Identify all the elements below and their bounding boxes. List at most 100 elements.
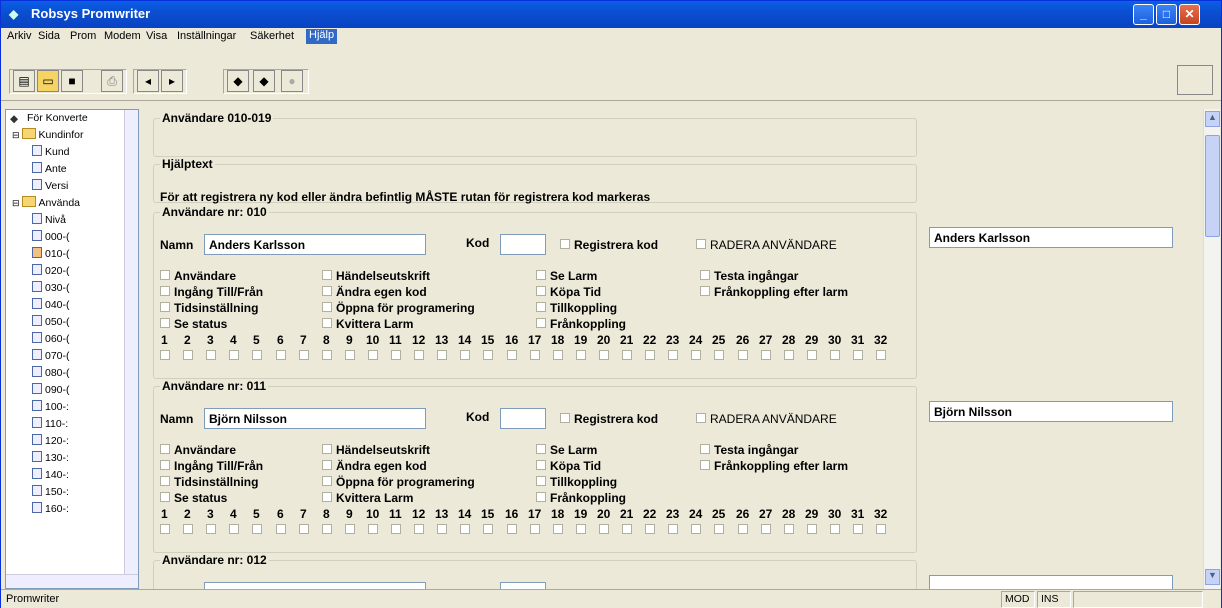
tree-item-kundinfo[interactable]: ⊟ Kundinfor [12,127,84,144]
menu-visa[interactable]: Visa [146,30,167,42]
scrollbar-thumb[interactable] [1205,135,1220,237]
code-input[interactable] [500,408,546,429]
next-icon[interactable]: ▸ [161,70,183,92]
area-checkbox[interactable] [345,350,355,360]
tree-item-anvanda[interactable]: ⊟ Använda [12,195,80,212]
tree-item-niva[interactable]: Nivå [32,212,66,229]
perm-kopa-tid[interactable]: Köpa Tid [536,285,601,299]
perm-oppna[interactable]: Öppna för programering [322,301,475,315]
area-checkbox[interactable] [483,350,493,360]
area-checkbox[interactable] [299,524,309,534]
tree-item-140[interactable]: 140-: [32,467,69,484]
name-input[interactable] [204,582,426,589]
menu-hjalp[interactable]: Hjälp [306,29,338,44]
area-checkbox[interactable] [299,350,309,360]
area-checkbox[interactable] [437,350,447,360]
area-checkbox[interactable] [252,524,262,534]
perm-frankoppling[interactable]: Frånkoppling [536,317,626,331]
code-input[interactable] [500,234,546,255]
area-checkbox[interactable] [553,350,563,360]
tree-item-160[interactable]: 160-: [32,501,69,518]
tree-item-root[interactable]: ◆ För Konverte [10,110,88,127]
print-icon[interactable]: ⎙ [101,70,123,92]
area-checkbox[interactable] [738,350,748,360]
tree-item-070[interactable]: 070-( [32,348,70,365]
area-checkbox[interactable] [530,524,540,534]
new-icon[interactable]: ▤ [13,70,35,92]
perm-handelseutskrift[interactable]: Händelseutskrift [322,443,430,457]
perm-testa-ingangar[interactable]: Testa ingångar [700,269,798,283]
area-checkbox[interactable] [807,350,817,360]
scroll-down-icon[interactable]: ▼ [1205,569,1220,585]
area-checkbox[interactable] [691,524,701,534]
perm-se-status[interactable]: Se status [160,491,227,505]
area-checkbox[interactable] [853,350,863,360]
area-checkbox[interactable] [322,524,332,534]
area-checkbox[interactable] [507,524,517,534]
area-checkbox[interactable] [507,350,517,360]
area-checkbox[interactable] [738,524,748,534]
tree-item-kund[interactable]: Kund [32,144,70,161]
register-code-checkbox[interactable]: Registrera kod [560,412,658,426]
collapse-icon[interactable]: ⊟ [12,198,20,208]
area-checkbox[interactable] [160,350,170,360]
area-checkbox[interactable] [460,350,470,360]
area-checkbox[interactable] [368,524,378,534]
area-checkbox[interactable] [391,524,401,534]
open-folder-icon[interactable]: ▭ [37,70,59,92]
area-checkbox[interactable] [784,350,794,360]
write-chip-icon[interactable]: ◆ [253,70,275,92]
perm-tillkoppling[interactable]: Tillkoppling [536,475,617,489]
area-checkbox[interactable] [576,524,586,534]
area-checkbox[interactable] [276,524,286,534]
perm-se-larm[interactable]: Se Larm [536,269,597,283]
area-checkbox[interactable] [668,524,678,534]
area-checkbox[interactable] [714,524,724,534]
name-side-input[interactable] [929,575,1173,589]
area-checkbox[interactable] [483,524,493,534]
perm-kvittera-larm[interactable]: Kvittera Larm [322,317,413,331]
stop-icon[interactable]: ● [281,70,303,92]
area-checkbox[interactable] [252,350,262,360]
perm-ingang[interactable]: Ingång Till/Från [160,459,263,473]
perm-kvittera-larm[interactable]: Kvittera Larm [322,491,413,505]
minimize-button[interactable]: _ [1133,4,1154,25]
area-checkbox[interactable] [414,350,424,360]
area-checkbox[interactable] [206,350,216,360]
area-checkbox[interactable] [437,524,447,534]
name-side-input[interactable]: Anders Karlsson [929,227,1173,248]
previous-icon[interactable]: ◂ [137,70,159,92]
tree-vertical-scrollbar[interactable] [124,110,138,588]
tree-item-050[interactable]: 050-( [32,314,70,331]
scroll-up-icon[interactable]: ▲ [1205,111,1220,127]
tree-item-130[interactable]: 130-: [32,450,69,467]
tree-item-100[interactable]: 100-: [32,399,69,416]
area-checkbox[interactable] [761,350,771,360]
tree-item-040[interactable]: 040-( [32,297,70,314]
perm-tidsinstallning[interactable]: Tidsinställning [160,475,258,489]
tree-item-080[interactable]: 080-( [32,365,70,382]
main-vertical-scrollbar[interactable]: ▲ ▼ [1203,109,1220,589]
area-checkbox[interactable] [761,524,771,534]
area-checkbox[interactable] [830,524,840,534]
area-checkbox[interactable] [807,524,817,534]
perm-tillkoppling[interactable]: Tillkoppling [536,301,617,315]
area-checkbox[interactable] [645,350,655,360]
tree-item-110[interactable]: 110-: [32,416,68,433]
area-checkbox[interactable] [668,350,678,360]
tree-item-060[interactable]: 060-( [32,331,70,348]
area-checkbox[interactable] [622,524,632,534]
perm-kopa-tid[interactable]: Köpa Tid [536,459,601,473]
perm-anvandare[interactable]: Användare [160,269,236,283]
area-checkbox[interactable] [714,350,724,360]
menu-installningar[interactable]: Inställningar [177,30,236,42]
perm-se-status[interactable]: Se status [160,317,227,331]
area-checkbox[interactable] [391,350,401,360]
area-checkbox[interactable] [599,350,609,360]
perm-oppna[interactable]: Öppna för programering [322,475,475,489]
area-checkbox[interactable] [345,524,355,534]
perm-testa-ingangar[interactable]: Testa ingångar [700,443,798,457]
area-checkbox[interactable] [576,350,586,360]
area-checkbox[interactable] [229,524,239,534]
code-input[interactable] [500,582,546,589]
